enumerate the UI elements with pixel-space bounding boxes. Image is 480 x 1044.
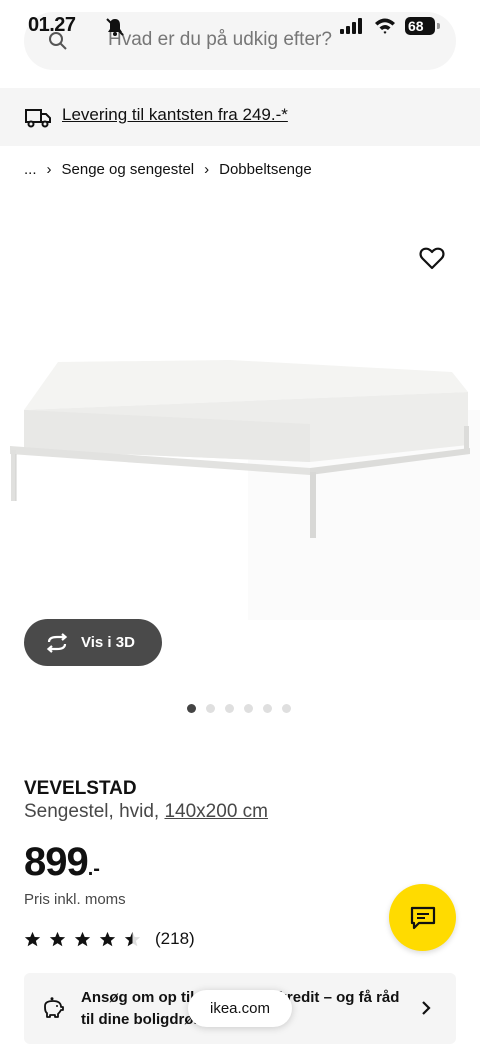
price-value: 899 bbox=[24, 840, 89, 884]
carousel-dot[interactable] bbox=[206, 704, 215, 713]
product-image[interactable] bbox=[0, 210, 480, 630]
chevron-right-icon bbox=[422, 1001, 431, 1015]
chat-button[interactable] bbox=[389, 884, 456, 951]
product-size-link[interactable]: 140x200 cm bbox=[164, 801, 268, 822]
signal-icon bbox=[340, 18, 362, 34]
delivery-banner[interactable]: Levering til kantsten fra 249.-* bbox=[0, 88, 480, 146]
view-3d-button[interactable]: Vis i 3D bbox=[24, 619, 162, 666]
carousel-dot[interactable] bbox=[244, 704, 253, 713]
breadcrumb: ... › Senge og sengestel › Dobbeltsenge bbox=[24, 161, 312, 178]
piggy-bank-icon bbox=[44, 997, 64, 1018]
heart-icon[interactable] bbox=[419, 246, 445, 270]
status-time: 01.27 bbox=[28, 14, 76, 36]
carousel-dot[interactable] bbox=[225, 704, 234, 713]
star-icon bbox=[24, 931, 41, 946]
price-note: Pris inkl. moms bbox=[24, 891, 126, 908]
carousel-dot[interactable] bbox=[282, 704, 291, 713]
battery-indicator: 68 bbox=[405, 17, 435, 35]
url-bar[interactable]: ikea.com bbox=[188, 990, 292, 1027]
search-input[interactable]: Hvad er du på udkig efter? bbox=[108, 29, 332, 51]
chat-icon bbox=[410, 906, 435, 929]
truck-icon bbox=[25, 109, 51, 128]
chevron-right-icon: › bbox=[46, 161, 52, 178]
wifi-icon bbox=[375, 18, 395, 34]
battery-cap bbox=[437, 23, 440, 29]
product-name: VEVELSTAD bbox=[24, 778, 137, 799]
view-3d-label: Vis i 3D bbox=[81, 634, 135, 651]
breadcrumb-item-dobbeltsenge[interactable]: Dobbeltsenge bbox=[219, 161, 312, 178]
carousel-dots bbox=[187, 704, 291, 713]
price-suffix: .- bbox=[87, 858, 100, 880]
breadcrumb-item-senge[interactable]: Senge og sengestel bbox=[62, 161, 195, 178]
product-rating[interactable]: (218) bbox=[24, 929, 195, 949]
half-star-icon bbox=[124, 931, 141, 946]
product-description-text: Sengestel, hvid, bbox=[24, 801, 165, 822]
rating-count: (218) bbox=[155, 929, 195, 948]
breadcrumb-ellipsis[interactable]: ... bbox=[24, 161, 37, 178]
delivery-link[interactable]: Levering til kantsten fra 249.-* bbox=[62, 105, 288, 125]
product-description: Sengestel, hvid, 140x200 cm bbox=[24, 801, 268, 823]
bell-off-icon bbox=[106, 18, 124, 36]
rotate-icon bbox=[46, 632, 68, 653]
carousel-dot[interactable] bbox=[187, 704, 196, 713]
star-icon bbox=[99, 931, 116, 946]
chevron-right-icon: › bbox=[204, 161, 210, 178]
star-icon bbox=[49, 931, 66, 946]
star-icon bbox=[74, 931, 91, 946]
carousel-dot[interactable] bbox=[263, 704, 272, 713]
product-price: 899 .- bbox=[24, 840, 100, 885]
